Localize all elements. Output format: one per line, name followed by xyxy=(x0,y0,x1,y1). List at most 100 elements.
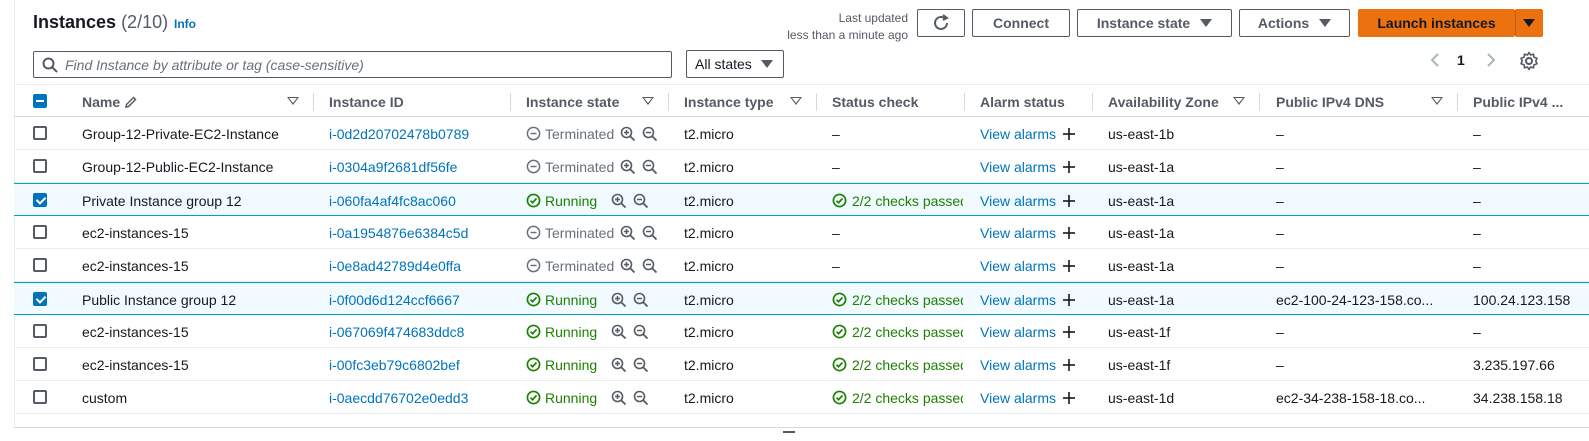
launch-instances-button[interactable]: Launch instances xyxy=(1358,9,1515,37)
chevron-left-icon[interactable] xyxy=(1428,52,1442,68)
zoom-in-icon[interactable] xyxy=(611,193,627,209)
plus-icon[interactable] xyxy=(1062,259,1076,273)
instance-id-link[interactable]: i-0aecdd76702e0edd3 xyxy=(329,381,504,414)
column-divider[interactable] xyxy=(1259,93,1260,111)
column-instance-id[interactable]: Instance ID xyxy=(329,85,404,118)
zoom-out-icon[interactable] xyxy=(633,324,649,340)
state-filter-select[interactable]: All states xyxy=(686,50,784,78)
view-alarms-link[interactable]: View alarms xyxy=(980,258,1056,274)
column-divider[interactable] xyxy=(1092,93,1093,111)
actions-dropdown[interactable]: Actions xyxy=(1239,9,1350,37)
column-public-ip[interactable]: Public IPv4 ... xyxy=(1473,85,1563,118)
column-instance-state[interactable]: Instance state xyxy=(526,85,619,118)
sort-caret-icon[interactable] xyxy=(1233,97,1245,105)
sort-caret-icon[interactable] xyxy=(287,97,299,105)
table-row[interactable]: ec2-instances-15 i-067069f474683ddc8 Runni… xyxy=(14,315,1589,348)
column-divider[interactable] xyxy=(510,93,511,111)
launch-options-button[interactable] xyxy=(1515,9,1543,37)
row-checkbox[interactable] xyxy=(33,258,47,272)
column-name[interactable]: Name xyxy=(82,85,138,118)
view-alarms-link[interactable]: View alarms xyxy=(980,193,1056,209)
select-all-checkbox[interactable] xyxy=(33,94,47,108)
zoom-in-icon[interactable] xyxy=(620,258,636,274)
zoom-out-icon[interactable] xyxy=(633,292,649,308)
plus-icon[interactable] xyxy=(1062,194,1076,208)
zoom-in-icon[interactable] xyxy=(620,159,636,175)
chevron-right-icon[interactable] xyxy=(1484,52,1498,68)
instance-id-link[interactable]: i-067069f474683ddc8 xyxy=(329,315,504,348)
column-public-dns[interactable]: Public IPv4 DNS xyxy=(1276,85,1384,118)
zoom-in-icon[interactable] xyxy=(611,292,627,308)
instance-id-link[interactable]: i-0304a9f2681df56fe xyxy=(329,150,504,183)
column-divider[interactable] xyxy=(1457,93,1458,111)
instance-id-link[interactable]: i-0a1954876e6384c5d xyxy=(329,216,504,249)
page-number[interactable]: 1 xyxy=(1457,52,1465,68)
drag-handle-icon[interactable] xyxy=(783,431,795,433)
column-instance-type[interactable]: Instance type xyxy=(684,85,773,118)
row-checkbox[interactable] xyxy=(33,357,47,371)
table-row[interactable]: ec2-instances-15 i-0e8ad42789d4e0ffa Termi… xyxy=(14,249,1589,282)
view-alarms-link[interactable]: View alarms xyxy=(980,159,1056,175)
search-field[interactable] xyxy=(33,51,672,78)
table-row[interactable]: Group-12-Public-EC2-Instance i-0304a9f268… xyxy=(14,150,1589,183)
zoom-out-icon[interactable] xyxy=(642,258,658,274)
view-alarms-link[interactable]: View alarms xyxy=(980,324,1056,340)
instance-id-link[interactable]: i-0e8ad42789d4e0ffa xyxy=(329,249,504,282)
column-divider[interactable] xyxy=(313,93,314,111)
table-row[interactable]: ec2-instances-15 i-00fc3eb79c6802bef Runni… xyxy=(14,348,1589,381)
table-row[interactable]: custom i-0aecdd76702e0edd3 Running t2.micro… xyxy=(14,381,1589,414)
zoom-out-icon[interactable] xyxy=(633,390,649,406)
plus-icon[interactable] xyxy=(1062,358,1076,372)
plus-icon[interactable] xyxy=(1062,391,1076,405)
column-alarm-status[interactable]: Alarm status xyxy=(980,85,1065,118)
row-checkbox[interactable] xyxy=(33,292,47,306)
row-checkbox[interactable] xyxy=(33,193,47,207)
plus-icon[interactable] xyxy=(1062,127,1076,141)
table-row[interactable]: Group-12-Private-EC2-Instance i-0d2d20702… xyxy=(14,117,1589,150)
table-row[interactable]: Private Instance group 12 i-060fa4af4fc8a… xyxy=(14,183,1589,216)
instance-id-link[interactable]: i-0f00d6d124ccf6667 xyxy=(329,283,504,316)
plus-icon[interactable] xyxy=(1062,160,1076,174)
view-alarms-link[interactable]: View alarms xyxy=(980,126,1056,142)
row-checkbox[interactable] xyxy=(33,324,47,338)
sort-caret-icon[interactable] xyxy=(1431,97,1443,105)
instance-id-link[interactable]: i-060fa4af4fc8ac060 xyxy=(329,184,504,217)
zoom-in-icon[interactable] xyxy=(611,324,627,340)
zoom-in-icon[interactable] xyxy=(620,126,636,142)
zoom-out-icon[interactable] xyxy=(633,193,649,209)
view-alarms-link[interactable]: View alarms xyxy=(980,225,1056,241)
column-status-check[interactable]: Status check xyxy=(832,85,918,118)
table-row[interactable]: Public Instance group 12 i-0f00d6d124ccf6… xyxy=(14,282,1589,315)
instance-id-link[interactable]: i-0d2d20702478b0789 xyxy=(329,117,504,150)
gear-icon[interactable] xyxy=(1519,51,1539,71)
refresh-button[interactable] xyxy=(917,9,965,37)
column-availability-zone[interactable]: Availability Zone xyxy=(1108,85,1219,118)
sort-caret-icon[interactable] xyxy=(642,97,654,105)
info-link[interactable]: Info xyxy=(174,17,196,31)
plus-icon[interactable] xyxy=(1062,293,1076,307)
row-checkbox[interactable] xyxy=(33,159,47,173)
zoom-out-icon[interactable] xyxy=(633,357,649,373)
connect-button[interactable]: Connect xyxy=(972,9,1070,37)
sort-caret-icon[interactable] xyxy=(790,97,802,105)
plus-icon[interactable] xyxy=(1062,226,1076,240)
row-checkbox[interactable] xyxy=(33,126,47,140)
view-alarms-link[interactable]: View alarms xyxy=(980,357,1056,373)
plus-icon[interactable] xyxy=(1062,325,1076,339)
row-checkbox[interactable] xyxy=(33,390,47,404)
zoom-out-icon[interactable] xyxy=(642,225,658,241)
instance-state-dropdown[interactable]: Instance state xyxy=(1077,9,1232,37)
split-panel-divider[interactable] xyxy=(14,427,1589,441)
column-divider[interactable] xyxy=(816,93,817,111)
column-divider[interactable] xyxy=(668,93,669,111)
zoom-out-icon[interactable] xyxy=(642,159,658,175)
zoom-in-icon[interactable] xyxy=(620,225,636,241)
view-alarms-link[interactable]: View alarms xyxy=(980,390,1056,406)
zoom-in-icon[interactable] xyxy=(611,357,627,373)
column-divider[interactable] xyxy=(964,93,965,111)
zoom-out-icon[interactable] xyxy=(642,126,658,142)
zoom-in-icon[interactable] xyxy=(611,390,627,406)
instance-id-link[interactable]: i-00fc3eb79c6802bef xyxy=(329,348,504,381)
search-input[interactable] xyxy=(65,56,655,73)
row-checkbox[interactable] xyxy=(33,225,47,239)
